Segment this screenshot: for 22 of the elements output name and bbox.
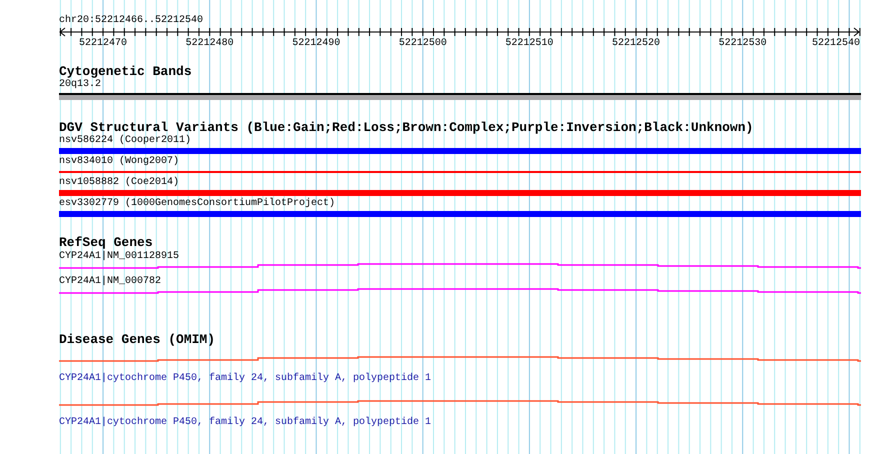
variant-label: nsv586224 (Cooper2011) [59,135,192,147]
gene-label: CYP24A1|NM_000782 [59,276,162,288]
variant-label: nsv1058882 (Coe2014) [59,177,180,189]
tick-label: 52212490 [292,38,340,47]
track-title: Cytogenetic Bands [59,65,192,79]
gene-label: CYP24A1|NM_001128915 [59,251,180,263]
disease-gene-link[interactable]: CYP24A1|cytochrome P450, family 24, subfamily A, polypeptide 1 [59,373,432,385]
track-title: Disease Genes (OMIM) [59,333,216,347]
disease-gene-link[interactable]: CYP24A1|cytochrome P450, family 24, subfamily A, polypeptide 1 [59,417,432,429]
tick-label: 52212500 [398,38,447,47]
ruler-title: chr20:52212466..52212540 [59,15,204,27]
variant-label: nsv834010 (Wong2007) [59,156,180,168]
tick-label: 52212510 [505,38,554,47]
tick-label: 52212540 [812,38,860,47]
track-title: RefSeq Genes [59,236,153,250]
band-label: 20q13.2 [59,79,102,91]
tick-label: 52212530 [718,38,767,47]
tick-label: 52212520 [612,38,660,47]
variant-label: esv3302779 (1000GenomesConsortiumPilotProject) [59,198,336,210]
track-title: DGV Structural Variants (Blue:Gain;Red:Loss;Brown:Complex;Purple:Inversion;Black:Unknown) [59,121,754,135]
tick-label: 52212470 [79,38,128,47]
tick-label: 52212480 [186,38,234,47]
